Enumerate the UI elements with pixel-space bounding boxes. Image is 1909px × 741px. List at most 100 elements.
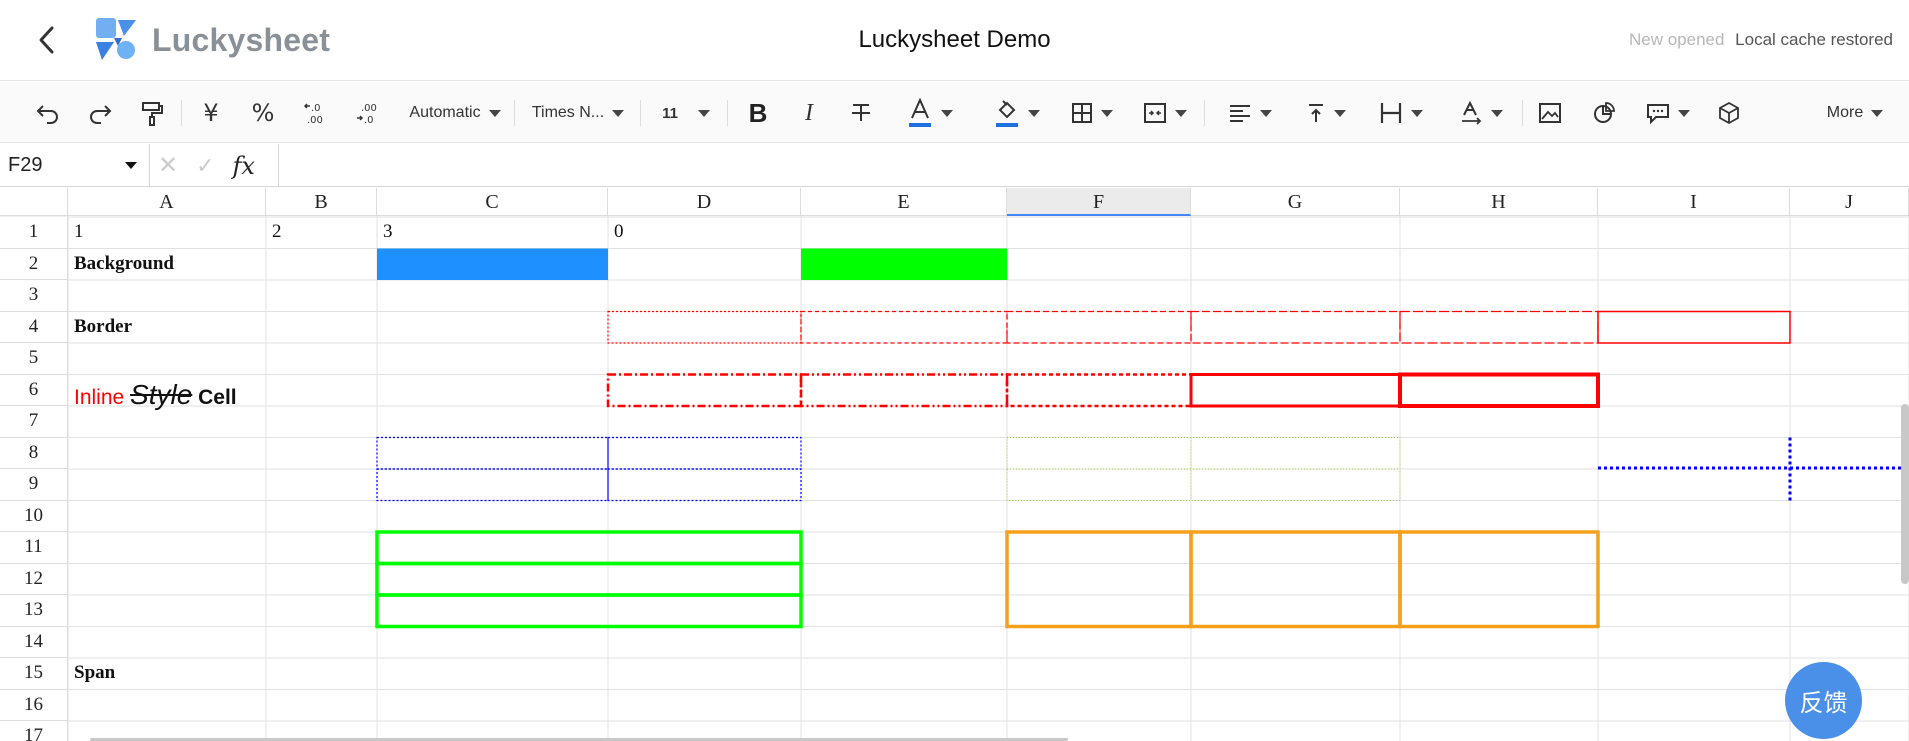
plugin-button[interactable]	[1711, 94, 1747, 132]
chevron-down-icon	[941, 109, 953, 117]
row-header-10[interactable]: 10	[0, 500, 68, 532]
confirm-edit-icon[interactable]: ✓	[196, 153, 214, 179]
chevron-down-icon	[1175, 109, 1187, 117]
border-green-row-12	[375, 561, 803, 597]
merge-icon	[1144, 103, 1166, 123]
row-header-4[interactable]: 4	[0, 311, 68, 343]
row-header-8[interactable]: 8	[0, 437, 68, 469]
comment-button[interactable]	[1640, 94, 1696, 132]
column-header-J[interactable]: J	[1790, 188, 1909, 216]
cell-B1[interactable]: 2	[272, 221, 282, 243]
app-logo: Luckysheet	[92, 16, 330, 64]
cell-A6-inline-style[interactable]: Inline Style Cell	[74, 379, 237, 411]
font-size-dropdown[interactable]: 11	[655, 94, 717, 132]
italic-button[interactable]: I	[791, 94, 827, 132]
border-orange-col-F	[1005, 530, 1193, 629]
chevron-down-icon	[1411, 109, 1423, 117]
horizontal-align-button[interactable]	[1220, 94, 1280, 132]
row-header-1[interactable]: 1	[0, 217, 68, 249]
cell-A1[interactable]: 1	[74, 221, 84, 243]
column-header-I[interactable]: I	[1598, 188, 1790, 216]
format-painter-icon	[142, 102, 163, 126]
undo-button[interactable]	[30, 94, 66, 132]
cell-A15[interactable]: Span	[74, 662, 115, 684]
more-button[interactable]: More	[1815, 94, 1895, 132]
border-I4	[1597, 310, 1791, 344]
border-D4	[607, 310, 802, 344]
cancel-edit-icon[interactable]: ✕	[158, 151, 178, 180]
border-H6	[1398, 372, 1600, 408]
row-header-13[interactable]: 13	[0, 595, 68, 627]
inline-part-italic: Style	[130, 378, 193, 410]
border-D6	[606, 373, 803, 408]
border-green-row-13	[375, 593, 803, 629]
fill-color-icon	[996, 100, 1018, 127]
row-header-5[interactable]: 5	[0, 343, 68, 375]
cell-A2[interactable]: Background	[74, 253, 174, 275]
row-header-6[interactable]: 6	[0, 374, 68, 406]
percent-format-button[interactable]: %	[245, 94, 281, 132]
cell-C2-background	[377, 248, 608, 280]
decrease-decimal-icon: .0.00	[303, 103, 323, 126]
vertical-scrollbar[interactable]	[1901, 404, 1909, 584]
row-header-3[interactable]: 3	[0, 280, 68, 312]
column-header-G[interactable]: G	[1191, 188, 1400, 216]
strikethrough-button[interactable]	[843, 94, 879, 132]
italic-icon: I	[805, 99, 813, 126]
function-icon[interactable]: fx	[233, 152, 255, 180]
fill-color-button[interactable]	[992, 94, 1042, 132]
cell-reference-box[interactable]: F29	[0, 144, 150, 187]
bold-button[interactable]: B	[740, 94, 776, 132]
font-family-dropdown[interactable]: Times N...	[526, 94, 630, 132]
luckysheet-logo-icon	[96, 18, 136, 60]
back-button[interactable]	[30, 22, 64, 58]
formula-input[interactable]	[290, 144, 1890, 187]
document-title[interactable]: Luckysheet Demo	[858, 26, 1050, 53]
status-cache-restored: Local cache restored	[1735, 30, 1893, 49]
row-header-17[interactable]: 17	[0, 721, 68, 741]
row-header-14[interactable]: 14	[0, 626, 68, 658]
column-header-E[interactable]: E	[801, 188, 1007, 216]
grid-lines	[0, 188, 1909, 741]
merge-cells-button[interactable]	[1135, 94, 1195, 132]
chevron-down-icon	[1871, 109, 1884, 117]
cube-icon	[1719, 101, 1739, 125]
row-header-2[interactable]: 2	[0, 248, 68, 280]
strikethrough-icon	[852, 104, 870, 121]
decrease-decimal-button[interactable]: .0.00	[298, 94, 334, 132]
currency-format-button[interactable]: ¥	[193, 94, 229, 132]
select-all-corner[interactable]	[0, 188, 68, 216]
text-wrap-button[interactable]	[1372, 94, 1430, 132]
column-header-D[interactable]: D	[608, 188, 801, 216]
insert-image-button[interactable]	[1532, 94, 1568, 132]
number-format-dropdown[interactable]: Automatic	[405, 94, 505, 132]
border-G6	[1189, 373, 1402, 408]
text-rotate-button[interactable]	[1452, 94, 1510, 132]
column-header-H[interactable]: H	[1400, 188, 1598, 216]
border-button[interactable]	[1062, 94, 1122, 132]
format-painter-button[interactable]	[134, 94, 170, 132]
vertical-align-button[interactable]	[1300, 94, 1352, 132]
increase-decimal-button[interactable]: .00.0	[350, 94, 386, 132]
cell-C1[interactable]: 3	[383, 221, 393, 243]
border-orange-col-H	[1398, 530, 1600, 629]
row-header-15[interactable]: 15	[0, 658, 68, 690]
column-header-C[interactable]: C	[377, 188, 608, 216]
feedback-button[interactable]: 反馈	[1785, 662, 1862, 739]
column-header-A[interactable]: A	[68, 188, 266, 216]
column-header-F[interactable]: F	[1007, 188, 1191, 216]
cell-D1[interactable]: 0	[614, 221, 624, 243]
spreadsheet-grid[interactable]: ABCDEFGHIJ 1 2 3 4 5 6 7 8 9 10 11 12 13 14 15 16 17 1 2…	[0, 188, 1909, 741]
row-header-12[interactable]: 12	[0, 563, 68, 595]
chevron-down-icon	[612, 109, 625, 117]
cell-A4[interactable]: Border	[74, 316, 132, 338]
text-color-button[interactable]	[900, 94, 960, 132]
column-header-B[interactable]: B	[266, 188, 377, 216]
redo-button[interactable]	[82, 94, 118, 132]
border-E6	[799, 373, 1009, 408]
row-header-9[interactable]: 9	[0, 469, 68, 501]
row-header-11[interactable]: 11	[0, 532, 68, 564]
insert-chart-button[interactable]	[1586, 94, 1622, 132]
row-header-16[interactable]: 16	[0, 689, 68, 721]
row-header-7[interactable]: 7	[0, 406, 68, 438]
